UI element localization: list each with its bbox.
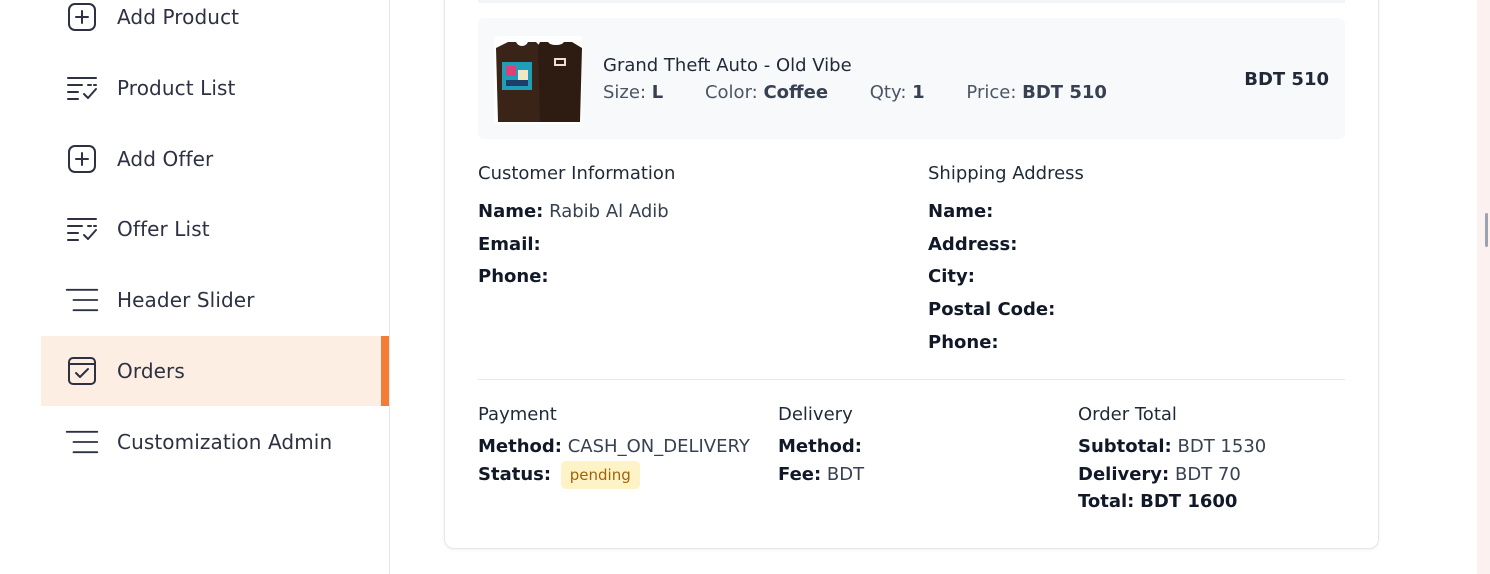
menu-lines-icon bbox=[65, 425, 99, 459]
shipping-phone: Phone: bbox=[928, 332, 999, 353]
sidebar-item-label: Header Slider bbox=[117, 288, 255, 312]
order-total-title: Order Total bbox=[1078, 404, 1177, 425]
shipping-city: City: bbox=[928, 266, 975, 287]
sidebar-item-offer-list[interactable]: Offer List bbox=[41, 194, 389, 264]
order-item-row: Grand Theft Auto - Old Vibe Size: L Colo… bbox=[478, 18, 1345, 139]
shipping-address-title: Shipping Address bbox=[928, 163, 1084, 184]
delivery-method-label: Method: bbox=[778, 436, 862, 457]
product-thumbnail[interactable] bbox=[494, 36, 582, 124]
shipping-postal-label: Postal Code: bbox=[928, 299, 1056, 320]
menu-lines-icon bbox=[65, 283, 99, 317]
price-label: Price: bbox=[966, 82, 1017, 103]
previous-row-divider bbox=[478, 0, 1345, 3]
sidebar: Add Product Product List Add Offer Offer… bbox=[0, 0, 390, 574]
list-check-icon bbox=[65, 212, 99, 246]
sidebar-item-label: Add Product bbox=[117, 5, 240, 29]
customer-name-value: Rabib Al Adib bbox=[549, 201, 669, 222]
page-scrollbar[interactable] bbox=[1477, 0, 1490, 574]
sidebar-item-customization-admin[interactable]: Customization Admin bbox=[41, 407, 389, 477]
grand-total: Total: BDT 1600 bbox=[1078, 491, 1237, 512]
grand-total-label: Total: bbox=[1078, 491, 1135, 512]
section-divider bbox=[478, 379, 1345, 380]
size-value: L bbox=[651, 82, 664, 103]
customer-phone-label: Phone: bbox=[478, 266, 549, 287]
subtotal-value: BDT 1530 bbox=[1177, 436, 1267, 457]
shipping-name-label: Name: bbox=[928, 201, 994, 222]
delivery-charge-label: Delivery: bbox=[1078, 464, 1170, 485]
shipping-city-label: City: bbox=[928, 266, 975, 287]
customer-email: Email: bbox=[478, 234, 541, 255]
delivery-charge-value: BDT 70 bbox=[1174, 464, 1241, 485]
sidebar-item-label: Product List bbox=[117, 76, 236, 100]
item-title: Grand Theft Auto - Old Vibe bbox=[603, 55, 852, 76]
item-meta: Size: L Color: Coffee Qty: 1 Price: BDT … bbox=[603, 82, 1107, 103]
main-content: Grand Theft Auto - Old Vibe Size: L Colo… bbox=[390, 0, 1477, 574]
size-label: Size: bbox=[603, 82, 647, 103]
delivery-fee-value: BDT bbox=[826, 464, 865, 485]
sidebar-item-label: Add Offer bbox=[117, 147, 214, 171]
sidebar-item-header-slider[interactable]: Header Slider bbox=[41, 265, 389, 335]
shipping-address-label: Address: bbox=[928, 234, 1018, 255]
delivery-title: Delivery bbox=[778, 404, 853, 425]
shipping-address: Address: bbox=[928, 234, 1017, 255]
plus-square-icon bbox=[65, 0, 99, 34]
qty-value: 1 bbox=[912, 82, 925, 103]
payment-method-value: CASH_ON_DELIVERY bbox=[567, 436, 750, 457]
sidebar-item-label: Customization Admin bbox=[117, 430, 333, 454]
checkbox-square-icon bbox=[65, 354, 99, 388]
customer-info-title: Customer Information bbox=[478, 163, 676, 184]
subtotal-label: Subtotal: bbox=[1078, 436, 1172, 457]
sidebar-item-add-offer[interactable]: Add Offer bbox=[41, 124, 389, 194]
shipping-phone-label: Phone: bbox=[928, 332, 999, 353]
sidebar-item-orders[interactable]: Orders bbox=[41, 336, 389, 406]
customer-name: Name: Rabib Al Adib bbox=[478, 201, 669, 222]
sidebar-item-label: Orders bbox=[117, 359, 185, 383]
customer-email-label: Email: bbox=[478, 234, 541, 255]
subtotal: Subtotal: BDT 1530 bbox=[1078, 436, 1266, 457]
color-label: Color: bbox=[704, 82, 758, 103]
delivery-charge: Delivery: BDT 70 bbox=[1078, 464, 1241, 485]
item-line-total: BDT 510 bbox=[1244, 69, 1329, 90]
grand-total-value: BDT 1600 bbox=[1140, 491, 1238, 512]
plus-square-icon bbox=[65, 142, 99, 176]
scrollbar-thumb[interactable] bbox=[1485, 213, 1488, 247]
customer-name-label: Name: bbox=[478, 201, 544, 222]
color-value: Coffee bbox=[763, 82, 829, 103]
delivery-fee: Fee: BDT bbox=[778, 464, 864, 485]
price-value: BDT 510 bbox=[1022, 82, 1107, 103]
sidebar-item-product-list[interactable]: Product List bbox=[41, 53, 389, 123]
qty-label: Qty: bbox=[869, 82, 907, 103]
payment-method: Method: CASH_ON_DELIVERY bbox=[478, 436, 750, 457]
payment-status: Status: pending bbox=[478, 461, 640, 489]
status-badge: pending bbox=[560, 461, 640, 489]
shipping-name: Name: bbox=[928, 201, 993, 222]
sidebar-item-add-product[interactable]: Add Product bbox=[41, 0, 389, 52]
payment-title: Payment bbox=[478, 404, 557, 425]
shipping-postal-code: Postal Code: bbox=[928, 299, 1055, 320]
sidebar-item-label: Offer List bbox=[117, 217, 210, 241]
payment-method-label: Method: bbox=[478, 436, 562, 457]
customer-phone: Phone: bbox=[478, 266, 549, 287]
delivery-method: Method: bbox=[778, 436, 862, 457]
list-check-icon bbox=[65, 71, 99, 105]
delivery-fee-label: Fee: bbox=[778, 464, 822, 485]
payment-status-label: Status: bbox=[478, 464, 552, 485]
